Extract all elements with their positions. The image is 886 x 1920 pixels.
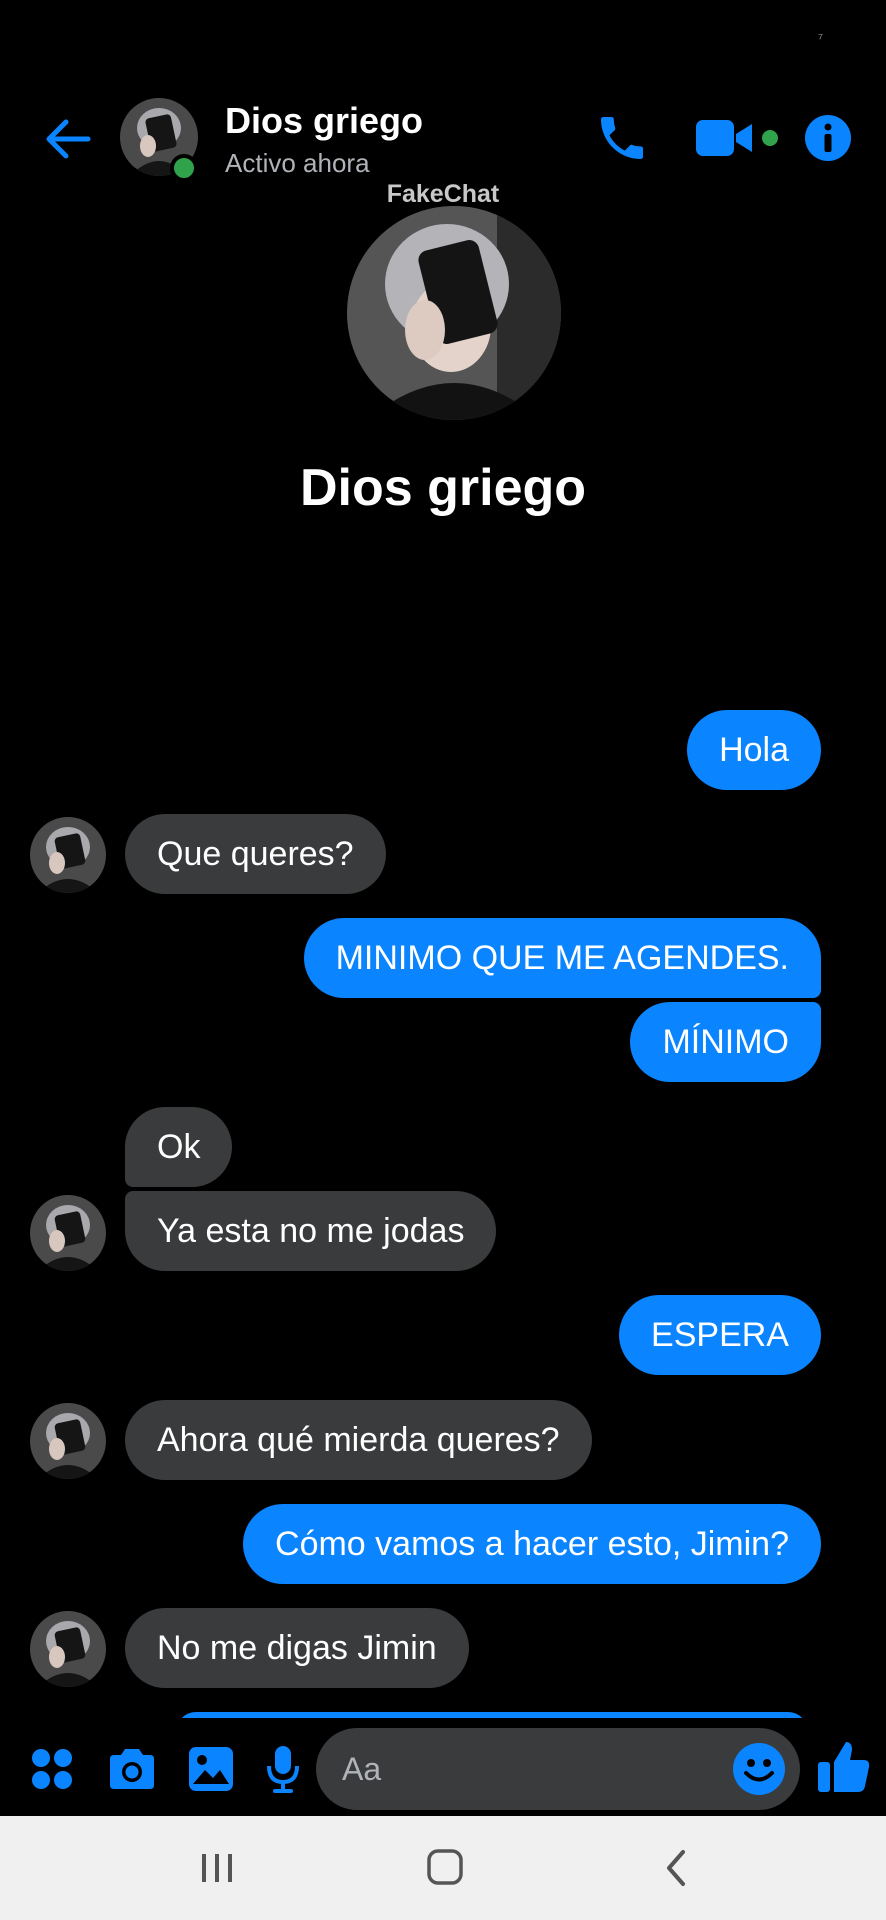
message-outgoing[interactable]: MÍNIMO xyxy=(630,1002,821,1082)
message-outgoing[interactable]: Cómo vamos a hacer esto, Jimin? xyxy=(243,1504,821,1584)
message-outgoing[interactable]: ESPERA xyxy=(619,1295,821,1375)
info-icon[interactable] xyxy=(804,114,852,162)
message-input-placeholder: Aa xyxy=(342,1751,382,1787)
gallery-icon[interactable] xyxy=(188,1744,234,1794)
sender-avatar[interactable] xyxy=(30,817,106,893)
message-incoming[interactable]: Ahora qué mierda queres? xyxy=(125,1400,592,1480)
emoji-icon[interactable] xyxy=(732,1742,786,1796)
video-camera-icon[interactable] xyxy=(696,116,754,160)
sender-avatar[interactable] xyxy=(30,1195,106,1271)
message-outgoing[interactable]: Hola xyxy=(687,710,821,790)
apps-grid-icon[interactable] xyxy=(30,1744,74,1794)
contact-name[interactable]: Dios griego xyxy=(225,100,423,142)
arrow-left-icon[interactable] xyxy=(40,112,94,166)
microphone-icon[interactable] xyxy=(266,1744,300,1794)
message-incoming[interactable]: Que queres? xyxy=(125,814,386,894)
watermark: FakeChat xyxy=(386,180,500,208)
chat-header: Dios griego Activo ahora xyxy=(0,90,886,180)
phone-icon[interactable] xyxy=(594,110,650,166)
camera-icon[interactable] xyxy=(106,1744,158,1794)
message-composer: Aa xyxy=(0,1720,886,1816)
thumbs-up-icon[interactable] xyxy=(816,1738,872,1794)
home-icon[interactable] xyxy=(420,1848,470,1888)
system-nav-bar xyxy=(0,1816,886,1920)
message-incoming[interactable]: Ok xyxy=(125,1107,233,1187)
profile-avatar[interactable] xyxy=(347,206,561,420)
sender-avatar[interactable] xyxy=(30,1611,106,1687)
message-incoming[interactable]: No me digas Jimin xyxy=(125,1608,469,1688)
video-active-dot xyxy=(762,130,778,146)
back-icon[interactable] xyxy=(652,1848,702,1888)
message-incoming[interactable]: Ya esta no me jodas xyxy=(125,1191,497,1271)
contact-status: Activo ahora xyxy=(225,148,370,178)
profile-name: Dios griego xyxy=(299,459,587,517)
online-status-dot xyxy=(170,154,198,182)
message-outgoing[interactable]: MINIMO QUE ME AGENDES. xyxy=(303,918,821,998)
status-indicator: ⁷ xyxy=(818,30,824,46)
sender-avatar[interactable] xyxy=(30,1403,106,1479)
message-input[interactable]: Aa xyxy=(316,1728,800,1810)
recent-apps-icon[interactable] xyxy=(192,1848,242,1888)
